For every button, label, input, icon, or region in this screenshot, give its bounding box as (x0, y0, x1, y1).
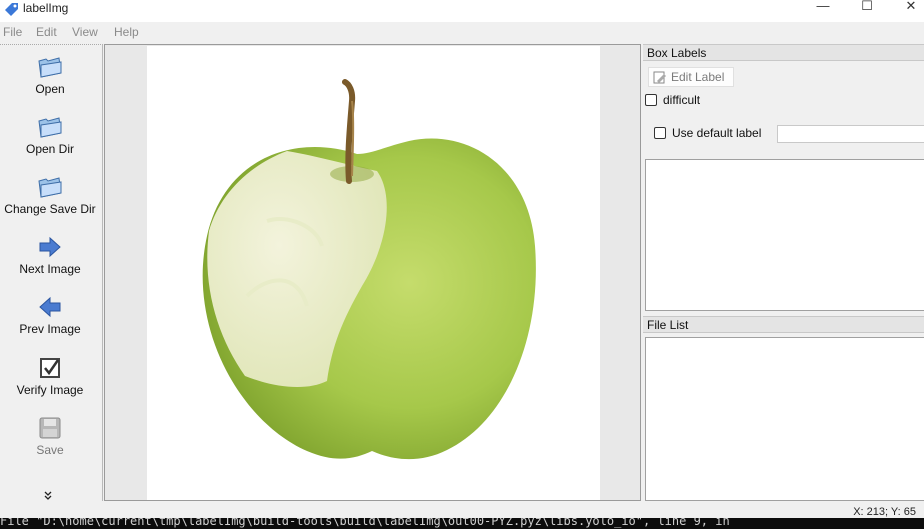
folder-open-icon (38, 177, 62, 198)
change-save-dir-label: Change Save Dir (4, 202, 96, 216)
menu-edit[interactable]: Edit (36, 25, 57, 39)
save-label: Save (36, 443, 64, 457)
use-default-label-checkbox[interactable] (654, 127, 666, 139)
left-toolbar: Open Open Dir Change Save Dir Next Image… (0, 44, 103, 501)
image-canvas[interactable] (104, 44, 641, 501)
file-list[interactable] (645, 337, 924, 501)
app-icon (5, 3, 18, 16)
next-image-label: Next Image (19, 262, 81, 276)
background-terminal: File "D:\home\current\tmp\labelImg\build… (0, 518, 924, 529)
checkbox-check-icon (40, 358, 60, 378)
close-button[interactable]: ✕ (901, 0, 921, 14)
edit-label-text: Edit Label (671, 70, 725, 84)
edit-label-button[interactable]: Edit Label (648, 67, 734, 87)
folder-open-icon (38, 57, 62, 78)
next-image-button[interactable]: Next Image (0, 235, 100, 276)
box-labels-title: Box Labels (643, 44, 924, 61)
file-list-dock: File List (643, 316, 924, 501)
menu-help[interactable]: Help (114, 25, 139, 39)
terminal-text: File "D:\home\current\tmp\labelImg\build… (0, 518, 730, 528)
open-dir-label: Open Dir (25, 142, 75, 156)
edit-pencil-icon (653, 71, 666, 84)
menu-file[interactable]: File (3, 25, 22, 39)
verify-image-button[interactable]: Verify Image (0, 356, 100, 397)
verify-image-label: Verify Image (16, 383, 84, 397)
label-list[interactable] (645, 159, 924, 311)
open-label: Open (35, 82, 65, 96)
folder-open-icon (38, 117, 62, 138)
difficult-label: difficult (663, 93, 701, 107)
open-dir-button[interactable]: Open Dir (0, 115, 100, 156)
cursor-coordinates: X: 213; Y: 65 (853, 506, 916, 518)
save-button[interactable]: Save (0, 416, 100, 457)
prev-image-button[interactable]: Prev Image (0, 295, 100, 336)
menu-bar: File Edit View Help (0, 22, 924, 42)
prev-image-label: Prev Image (19, 322, 81, 336)
default-label-input[interactable] (777, 125, 924, 143)
arrow-right-icon (39, 236, 61, 258)
floppy-disk-icon (39, 417, 61, 439)
change-save-dir-button[interactable]: Change Save Dir (0, 175, 100, 216)
use-default-label-label: Use default label (672, 126, 762, 140)
arrow-left-icon (39, 296, 61, 318)
file-list-title: File List (643, 316, 924, 333)
box-labels-dock: Box Labels Edit Label difficult Use defa… (643, 44, 924, 314)
window-title: labelImg (23, 1, 69, 15)
open-button[interactable]: Open (0, 55, 100, 96)
title-bar: labelImg — ☐ ✕ (0, 0, 924, 22)
difficult-checkbox[interactable] (645, 94, 657, 106)
maximize-button[interactable]: ☐ (857, 0, 877, 14)
menu-view[interactable]: View (72, 25, 98, 39)
apple-image (147, 46, 600, 500)
minimize-button[interactable]: — (813, 0, 833, 14)
